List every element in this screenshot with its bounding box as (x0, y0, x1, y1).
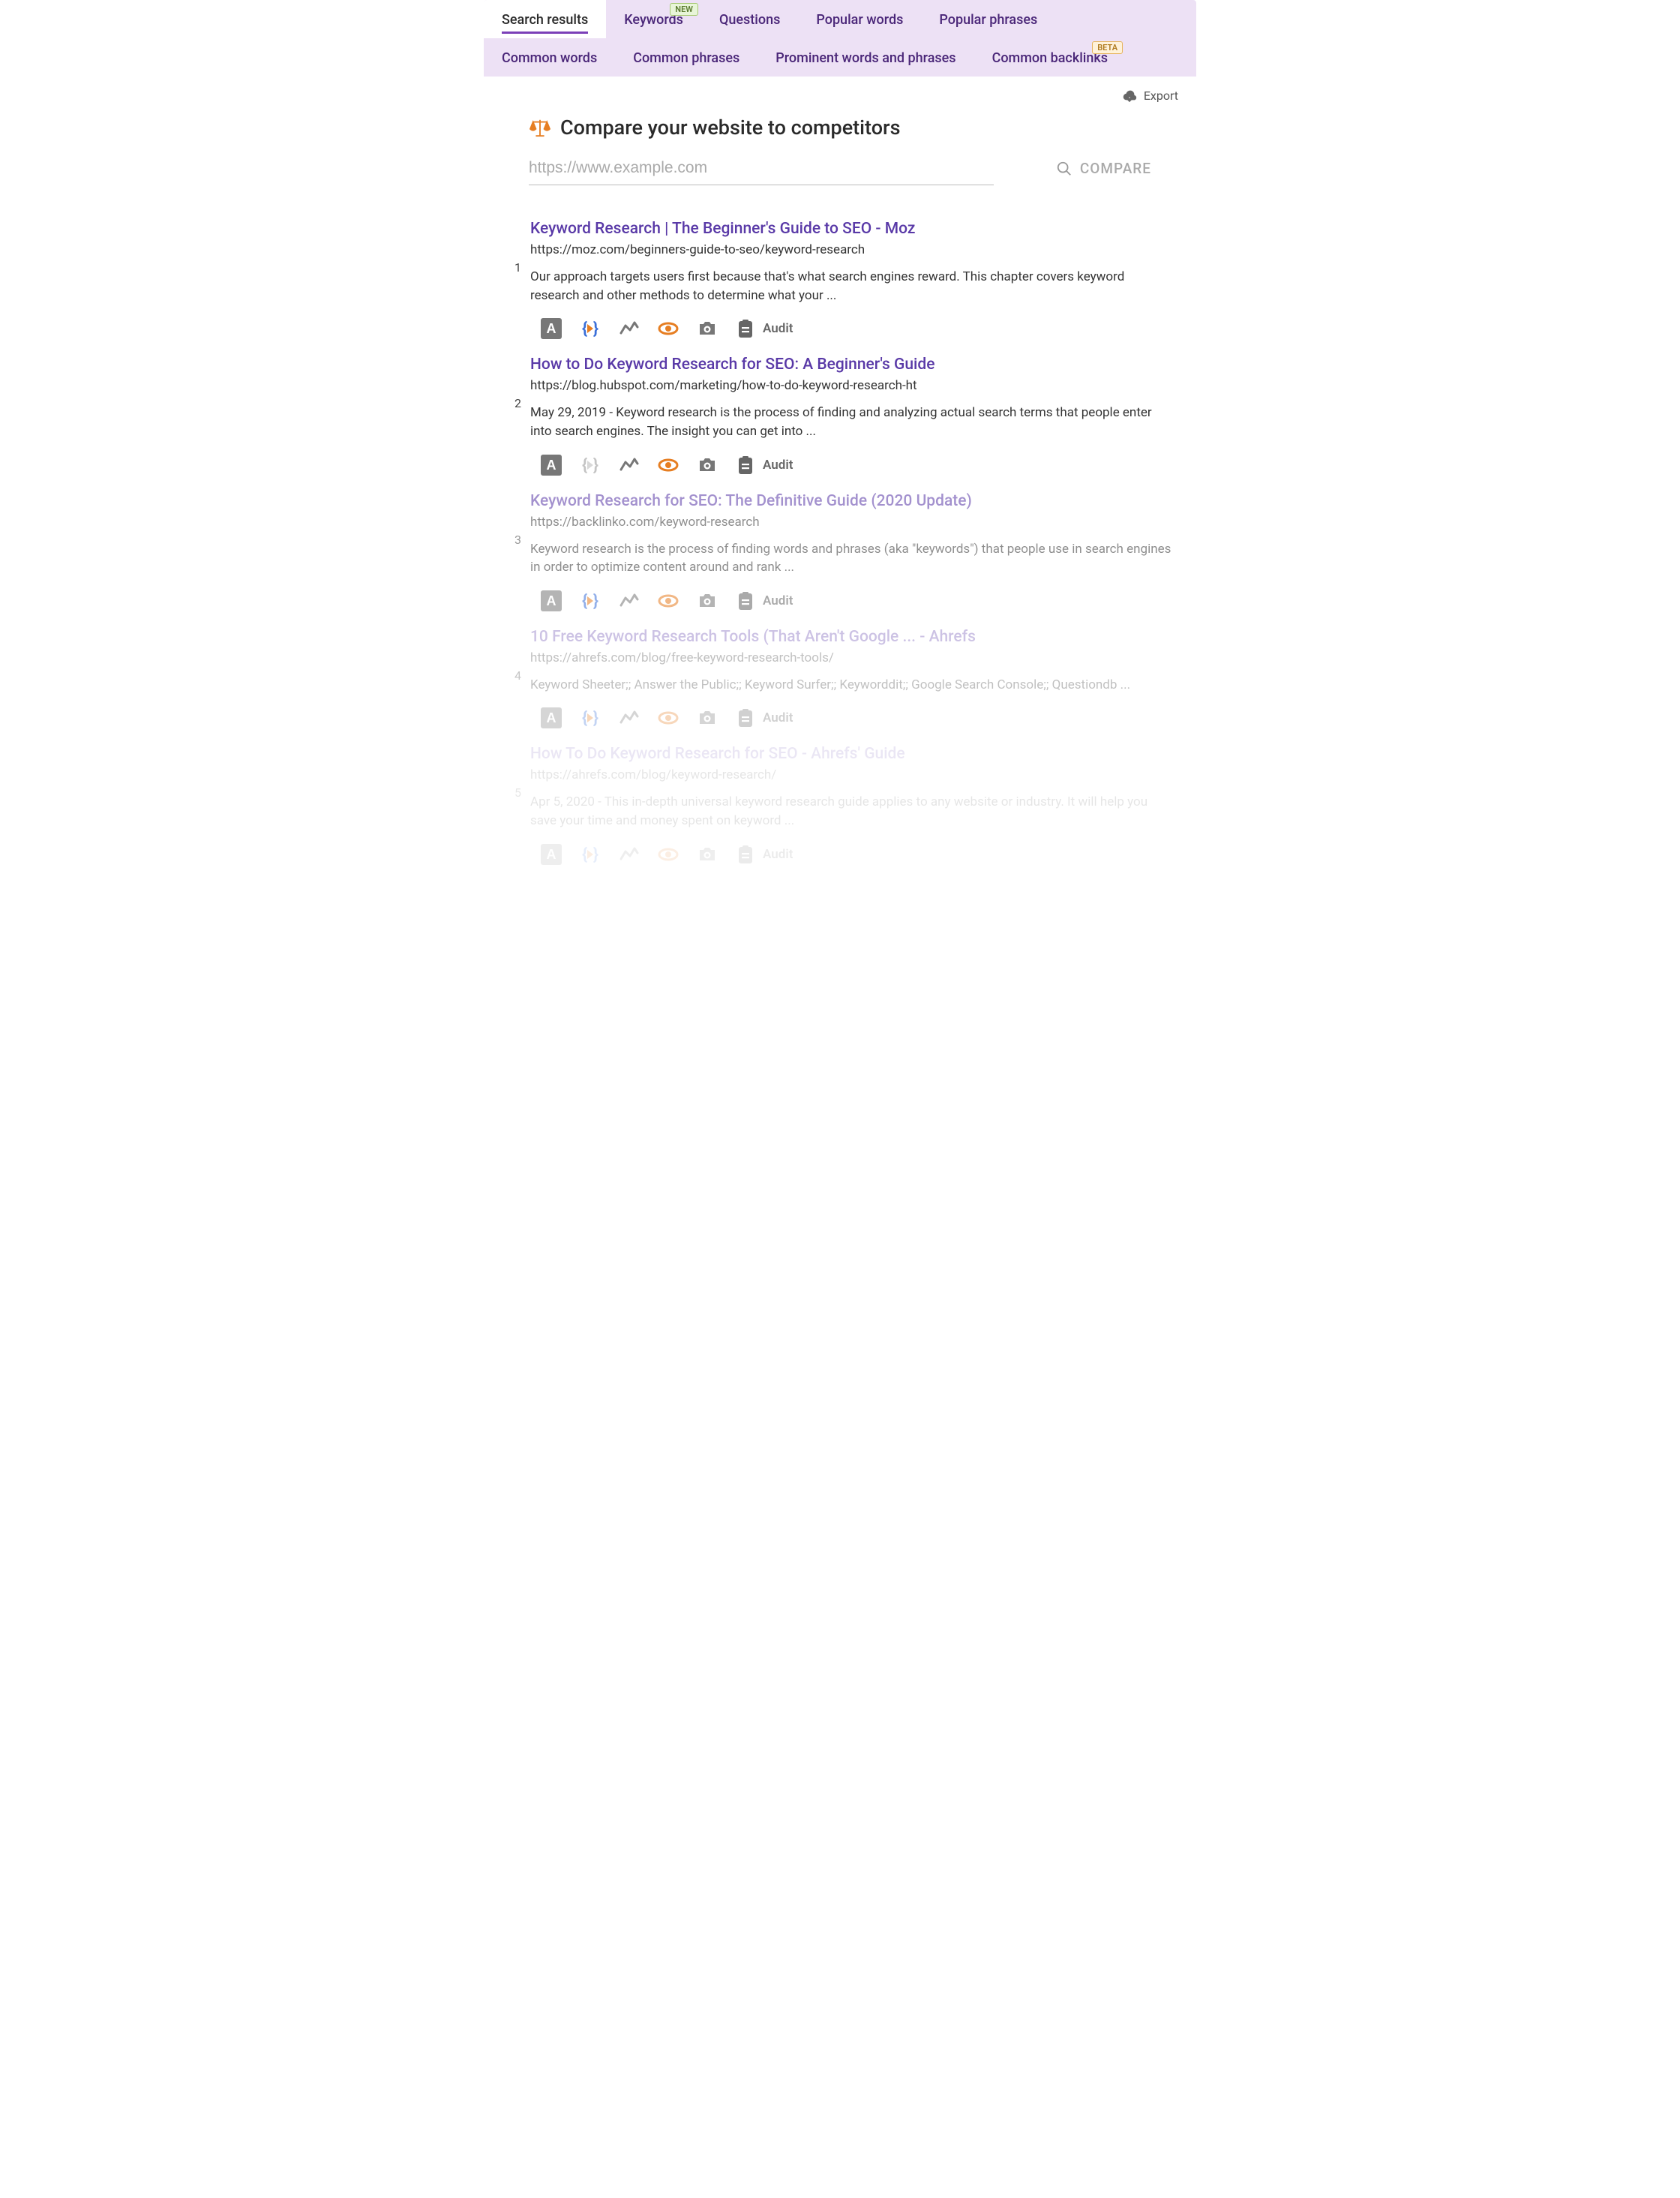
audit-button[interactable]: Audit (736, 319, 793, 338)
visibility-icon[interactable] (658, 590, 679, 611)
result-url: https://moz.com/beginners-guide-to-seo/k… (530, 242, 1174, 257)
result-title-link[interactable]: 10 Free Keyword Research Tools (That Are… (530, 628, 1174, 646)
svg-text:{: { (582, 592, 587, 611)
schema-icon[interactable]: {} (580, 455, 601, 476)
svg-text:{: { (582, 709, 587, 728)
beta-badge: BETA (1092, 41, 1123, 54)
page-header: Compare your website to competitors (484, 108, 1196, 152)
result-description: Keyword Sheeter;; Answer the Public;; Ke… (530, 676, 1174, 695)
audit-button[interactable]: Audit (736, 845, 793, 864)
tab-common-backlinks[interactable]: Common backlinksBETA (974, 38, 1126, 77)
svg-text:}: } (593, 320, 598, 338)
result-description: May 29, 2019 - Keyword research is the p… (530, 404, 1174, 440)
svg-text:{: { (582, 456, 587, 475)
result-description: Apr 5, 2020 - This in-depth universal ke… (530, 793, 1174, 830)
page-title: Compare your website to competitors (560, 116, 901, 140)
tab-popular-phrases[interactable]: Popular phrases (921, 0, 1055, 38)
search-icon (1056, 161, 1072, 177)
visibility-icon[interactable] (658, 455, 679, 476)
text-analysis-icon[interactable]: A (541, 318, 562, 339)
result-description: Our approach targets users first because… (530, 268, 1174, 305)
text-analysis-icon[interactable]: A (541, 707, 562, 728)
visibility-icon[interactable] (658, 844, 679, 865)
result-number: 3 (506, 492, 521, 611)
svg-text:{: { (582, 320, 587, 338)
schema-icon[interactable]: {} (580, 844, 601, 865)
result-title-link[interactable]: Keyword Research for SEO: The Definitive… (530, 492, 1174, 510)
snapshot-icon[interactable] (697, 844, 718, 865)
result-url: https://ahrefs.com/blog/keyword-research… (530, 767, 1174, 782)
result-number: 4 (506, 628, 521, 729)
cloud-download-icon (1121, 87, 1138, 104)
text-analysis-icon[interactable]: A (541, 844, 562, 865)
svg-text:}: } (593, 709, 598, 728)
svg-text:A: A (547, 321, 556, 336)
result-url: https://blog.hubspot.com/marketing/how-t… (530, 378, 1174, 393)
trend-icon[interactable] (619, 844, 640, 865)
compare-url-input[interactable] (529, 152, 994, 185)
svg-text:{: { (582, 845, 587, 864)
new-badge: NEW (670, 3, 698, 16)
audit-button[interactable]: Audit (736, 455, 793, 475)
snapshot-icon[interactable] (697, 590, 718, 611)
tabs-container: Search resultsKeywordsNEWQuestionsPopula… (484, 0, 1196, 77)
result-number: 5 (506, 745, 521, 864)
svg-text:A: A (547, 710, 556, 725)
snapshot-icon[interactable] (697, 455, 718, 476)
svg-text:}: } (593, 456, 598, 475)
tab-questions[interactable]: Questions (701, 0, 798, 38)
export-label: Export (1144, 89, 1178, 103)
tab-common-words[interactable]: Common words (484, 38, 615, 77)
schema-icon[interactable]: {} (580, 318, 601, 339)
svg-text:}: } (593, 845, 598, 864)
result-url: https://backlinko.com/keyword-research (530, 515, 1174, 530)
visibility-icon[interactable] (658, 318, 679, 339)
scales-icon (529, 118, 551, 137)
schema-icon[interactable]: {} (580, 590, 601, 611)
svg-text:}: } (593, 592, 598, 611)
result-title-link[interactable]: How to Do Keyword Research for SEO: A Be… (530, 356, 1174, 374)
audit-label: Audit (763, 321, 793, 336)
result-title-link[interactable]: Keyword Research | The Beginner's Guide … (530, 220, 1174, 238)
result-title-link[interactable]: How To Do Keyword Research for SEO - Ahr… (530, 745, 1174, 763)
trend-icon[interactable] (619, 318, 640, 339)
snapshot-icon[interactable] (697, 707, 718, 728)
snapshot-icon[interactable] (697, 318, 718, 339)
search-result: 1 Keyword Research | The Beginner's Guide… (484, 208, 1196, 344)
result-number: 1 (506, 220, 521, 339)
tab-prominent-words-and-phrases[interactable]: Prominent words and phrases (758, 38, 974, 77)
audit-label: Audit (763, 710, 793, 725)
text-analysis-icon[interactable]: A (541, 455, 562, 476)
tab-popular-words[interactable]: Popular words (798, 0, 921, 38)
search-result: 2 How to Do Keyword Research for SEO: A B… (484, 344, 1196, 479)
audit-label: Audit (763, 458, 793, 473)
result-url: https://ahrefs.com/blog/free-keyword-res… (530, 650, 1174, 665)
svg-text:A: A (547, 458, 556, 473)
export-button[interactable]: Export (1121, 87, 1178, 104)
trend-icon[interactable] (619, 455, 640, 476)
result-description: Keyword research is the process of findi… (530, 540, 1174, 577)
audit-label: Audit (763, 593, 793, 608)
audit-label: Audit (763, 847, 793, 862)
tab-keywords[interactable]: KeywordsNEW (606, 0, 701, 38)
search-result: 4 10 Free Keyword Research Tools (That Ar… (484, 616, 1196, 734)
result-number: 2 (506, 356, 521, 475)
compare-label: COMPARE (1080, 160, 1151, 177)
trend-icon[interactable] (619, 707, 640, 728)
search-result: 3 Keyword Research for SEO: The Definitiv… (484, 480, 1196, 616)
text-analysis-icon[interactable]: A (541, 590, 562, 611)
visibility-icon[interactable] (658, 707, 679, 728)
tab-common-phrases[interactable]: Common phrases (615, 38, 758, 77)
search-result: 5 How To Do Keyword Research for SEO - Ah… (484, 733, 1196, 869)
tab-search-results[interactable]: Search results (484, 0, 606, 38)
trend-icon[interactable] (619, 590, 640, 611)
audit-button[interactable]: Audit (736, 708, 793, 728)
results-list: 1 Keyword Research | The Beginner's Guide… (484, 208, 1196, 869)
svg-text:A: A (547, 847, 556, 862)
audit-button[interactable]: Audit (736, 591, 793, 611)
schema-icon[interactable]: {} (580, 707, 601, 728)
svg-text:A: A (547, 593, 556, 608)
compare-button[interactable]: COMPARE (1056, 160, 1151, 177)
